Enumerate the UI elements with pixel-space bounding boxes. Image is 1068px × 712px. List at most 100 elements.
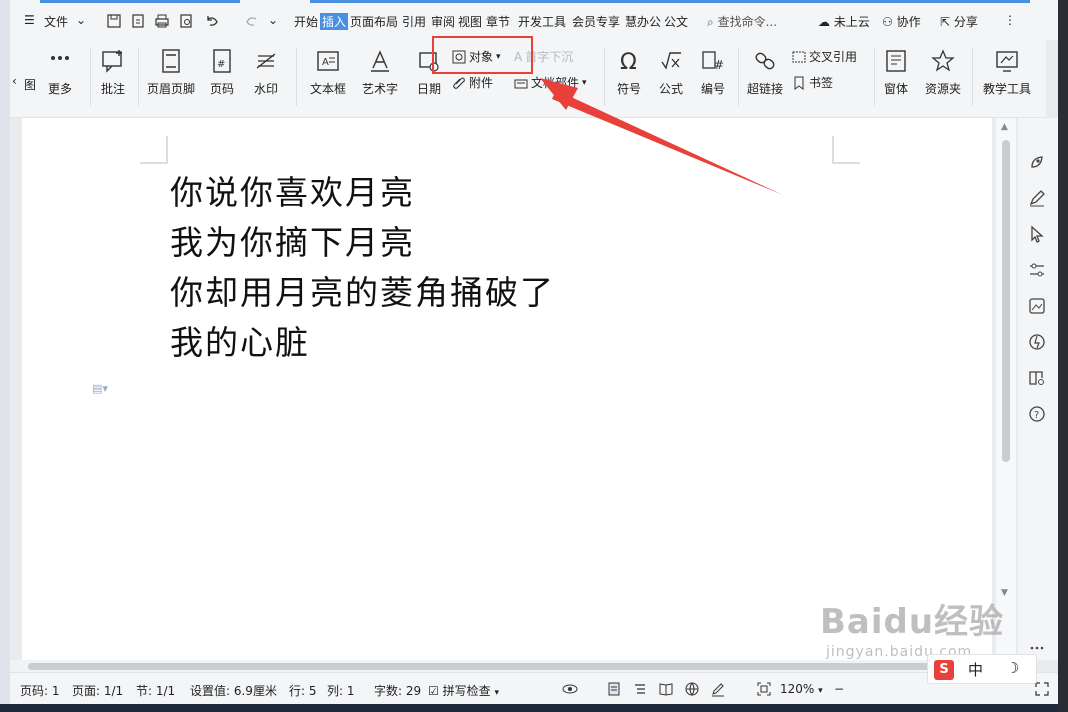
- form-icon: [883, 48, 909, 74]
- collaborate-button[interactable]: ⚇ 协作: [882, 13, 921, 30]
- doc-parts-button[interactable]: 文档部件 ▾: [514, 74, 587, 91]
- page-view-icon[interactable]: [606, 681, 622, 697]
- watermark-label: 水印: [253, 82, 278, 96]
- outline-view-icon[interactable]: [632, 681, 648, 697]
- tab-review[interactable]: 审阅: [431, 13, 455, 30]
- tab-official-doc[interactable]: 公文: [664, 13, 688, 30]
- search-input[interactable]: 查找命令...: [718, 15, 777, 29]
- wordart-button[interactable]: 艺术字: [356, 48, 404, 97]
- zoom-level[interactable]: 120% ▾: [780, 682, 823, 696]
- print-icon[interactable]: [154, 13, 170, 29]
- share-icon: ⇱: [940, 15, 951, 29]
- link-icon: [752, 48, 778, 74]
- attachment-button[interactable]: 附件: [452, 74, 493, 91]
- tab-insert[interactable]: 插入: [320, 13, 349, 30]
- eye-icon[interactable]: [562, 681, 578, 697]
- book-search-icon[interactable]: [1027, 368, 1047, 388]
- rocket-icon[interactable]: [1027, 152, 1047, 172]
- reading-view-icon[interactable]: [658, 681, 674, 697]
- bookmark-button[interactable]: 书签: [792, 74, 833, 91]
- ai-spark-icon[interactable]: [1027, 332, 1047, 352]
- ribbon-scroll-left-icon[interactable]: ‹: [12, 74, 17, 88]
- horizontal-scroll-thumb[interactable]: [28, 663, 1018, 670]
- form-button[interactable]: 窗体: [878, 48, 914, 97]
- spell-check-toggle[interactable]: ☑ 拼写检查 ▾: [428, 682, 499, 699]
- accent-segment: [40, 0, 240, 3]
- file-menu[interactable]: 文件: [44, 13, 68, 30]
- teaching-tools-button[interactable]: 教学工具: [978, 48, 1036, 97]
- ime-mode-icon[interactable]: ☽: [1006, 659, 1019, 677]
- ribbon-item-partial[interactable]: 图: [24, 76, 36, 93]
- hyperlink-button[interactable]: 超链接: [744, 48, 786, 97]
- status-row[interactable]: 行: 5: [289, 682, 317, 699]
- status-setting[interactable]: 设置值: 6.9厘米: [190, 682, 277, 699]
- share-button[interactable]: ⇱ 分享: [940, 13, 978, 30]
- pen-icon[interactable]: [1027, 188, 1047, 208]
- annotation-highlight-box: [432, 36, 533, 74]
- symbol-button[interactable]: Ω 符号: [610, 48, 648, 97]
- tab-chapter[interactable]: 章节: [486, 13, 510, 30]
- more-options-icon[interactable]: ⋮: [1004, 13, 1016, 27]
- watermark-button[interactable]: 水印: [246, 48, 286, 97]
- status-word-count[interactable]: 字数: 29: [374, 682, 421, 699]
- vertical-scrollbar[interactable]: ▲ ▼: [996, 118, 1016, 660]
- formula-button[interactable]: 公式: [652, 48, 690, 97]
- ime-logo-icon[interactable]: S: [934, 660, 954, 680]
- numbering-button[interactable]: # 编号: [696, 48, 730, 97]
- document-body[interactable]: 你说你喜欢月亮 我为你摘下月亮 你却用月亮的菱角捅破了 我的心脏: [170, 168, 555, 368]
- undo-icon[interactable]: [204, 13, 220, 29]
- vertical-scroll-thumb[interactable]: [1002, 140, 1010, 462]
- tab-references[interactable]: 引用: [402, 13, 426, 30]
- fullscreen-icon[interactable]: [1034, 681, 1050, 697]
- left-edge-strip: [0, 0, 10, 712]
- image-ai-icon[interactable]: [1027, 296, 1047, 316]
- fit-page-icon[interactable]: [756, 681, 772, 697]
- document-line[interactable]: 你却用月亮的菱角捅破了: [170, 268, 555, 318]
- margin-corner-mark: [140, 136, 168, 164]
- header-footer-button[interactable]: 页眉页脚: [144, 48, 198, 97]
- cross-reference-label: 交叉引用: [809, 50, 858, 64]
- zoom-out-button[interactable]: −: [834, 682, 844, 696]
- comment-button[interactable]: 批注: [96, 48, 130, 97]
- sliders-icon[interactable]: [1027, 260, 1047, 280]
- tab-developer[interactable]: 开发工具: [518, 13, 566, 30]
- tab-member[interactable]: 会员专享: [572, 13, 620, 30]
- customize-quick-access-icon[interactable]: ⌄: [268, 13, 278, 27]
- tab-view[interactable]: 视图: [458, 13, 482, 30]
- document-line[interactable]: 我的心脏: [170, 318, 555, 368]
- tab-page-layout[interactable]: 页面布局: [350, 13, 398, 30]
- status-page-code[interactable]: 页码: 1: [20, 682, 60, 699]
- status-page-count[interactable]: 页面: 1/1: [72, 682, 123, 699]
- svg-text:Ω: Ω: [620, 50, 637, 74]
- export-pdf-icon[interactable]: [130, 13, 146, 29]
- print-preview-icon[interactable]: [178, 13, 194, 29]
- formula-icon: [658, 48, 684, 74]
- page-number-button[interactable]: # 页码: [202, 48, 242, 97]
- ime-language-toggle[interactable]: 中: [968, 659, 983, 680]
- paragraph-layout-icon[interactable]: ▤▾: [92, 382, 108, 395]
- hamburger-icon[interactable]: ☰: [24, 13, 35, 27]
- textbox-button[interactable]: A 文本框: [304, 48, 352, 97]
- cloud-status[interactable]: ☁ 未上云: [818, 13, 870, 30]
- checkbox-icon: ☑: [428, 684, 439, 698]
- status-section[interactable]: 节: 1/1: [136, 682, 175, 699]
- help-icon[interactable]: ?: [1027, 404, 1047, 424]
- cursor-icon[interactable]: [1027, 224, 1047, 244]
- resources-button[interactable]: 资源夹: [920, 48, 966, 97]
- document-line[interactable]: 我为你摘下月亮: [170, 218, 555, 268]
- web-view-icon[interactable]: [684, 681, 700, 697]
- tab-home[interactable]: 开始: [294, 13, 318, 30]
- redo-icon[interactable]: [244, 13, 260, 29]
- edit-pen-icon[interactable]: [710, 681, 726, 697]
- status-col[interactable]: 列: 1: [327, 682, 355, 699]
- ime-toolbar[interactable]: S 中 ☽: [927, 654, 1037, 684]
- chevron-down-icon[interactable]: ⌄: [76, 13, 86, 27]
- document-line[interactable]: 你说你喜欢月亮: [170, 168, 555, 218]
- tab-smart-office[interactable]: 慧办公: [625, 13, 661, 30]
- horizontal-scrollbar[interactable]: [10, 660, 1018, 672]
- search-command[interactable]: ⌕ 查找命令...: [707, 13, 777, 30]
- cross-reference-button[interactable]: 交叉引用: [792, 48, 857, 65]
- scroll-up-icon[interactable]: ▲: [1001, 122, 1008, 132]
- save-icon[interactable]: [106, 13, 122, 29]
- more-button[interactable]: 更多: [40, 48, 80, 97]
